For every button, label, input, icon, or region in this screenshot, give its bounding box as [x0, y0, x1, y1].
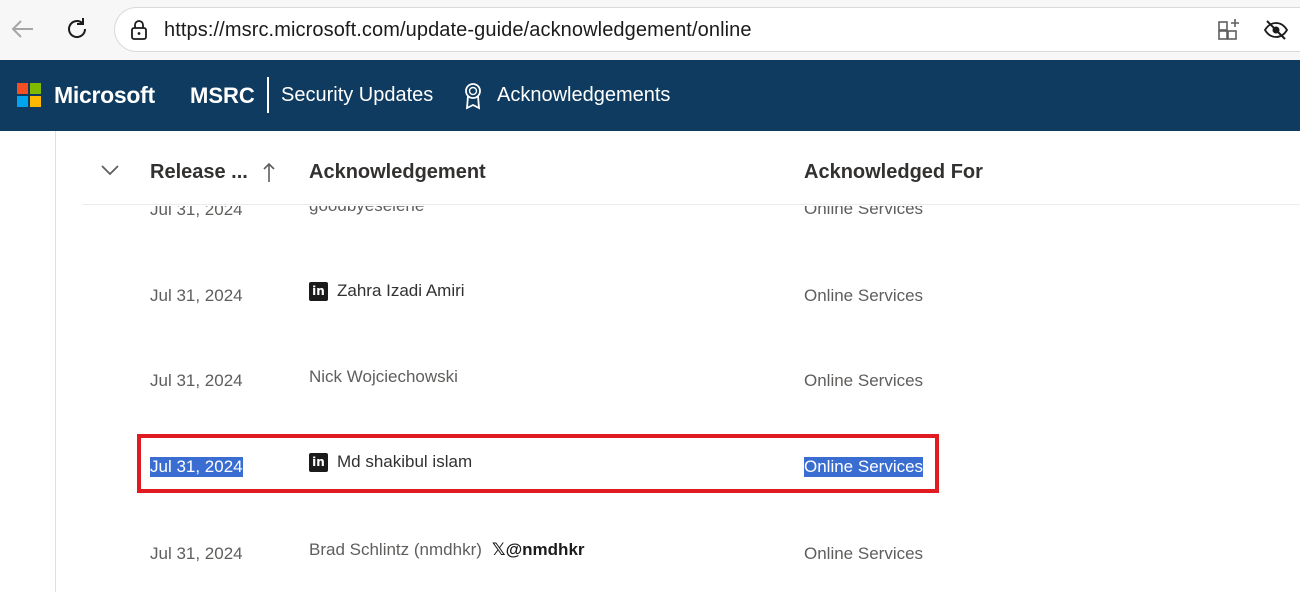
lock-icon[interactable] [129, 19, 149, 41]
release-date-cell: Jul 31, 2024 [150, 206, 243, 219]
nav-acknowledgements[interactable]: Acknowledgements [497, 84, 670, 107]
back-button[interactable] [8, 14, 38, 44]
table-row: Jul 31, 2024 in Zahra Izadi Amiri Online… [0, 279, 1300, 319]
acknowledged-for-cell: Online Services [804, 371, 924, 390]
researcher-name: Brad Schlintz (nmdhkr) [309, 540, 482, 559]
table-row: Jul 31, 2024 Brad Schlintz (nmdhkr) 𝕏@nm… [0, 537, 1300, 577]
msrc-home-link[interactable]: MSRC [190, 83, 255, 109]
url-text[interactable]: https://msrc.microsoft.com/update-guide/… [164, 19, 752, 42]
reload-button[interactable] [62, 14, 92, 44]
linkedin-icon[interactable]: in [309, 281, 328, 301]
sort-ascending-icon[interactable] [262, 161, 276, 183]
apps-icon[interactable] [1217, 18, 1241, 42]
annotation-highlight-box [137, 434, 939, 493]
table-row: Jul 31, 2024 goodbyeselene Online Servic… [0, 206, 1300, 234]
x-profile-link[interactable]: 𝕏@nmdhkr [492, 540, 585, 560]
column-header-acknowledged-for[interactable]: Acknowledged For [804, 161, 983, 184]
tracking-prevention-icon[interactable] [1263, 19, 1289, 41]
reload-icon [68, 18, 87, 38]
nav-security-updates[interactable]: Security Updates [281, 84, 433, 107]
table-header: Release ... Acknowledgement Acknowledged… [82, 131, 1300, 205]
acknowledged-for-cell: Online Services [804, 286, 924, 305]
table-body: Jul 31, 2024 goodbyeselene Online Servic… [0, 206, 1300, 592]
column-header-acknowledgement[interactable]: Acknowledgement [309, 161, 486, 184]
acknowledged-for-cell: Online Services [804, 544, 924, 563]
acknowledgement-cell: Brad Schlintz (nmdhkr) 𝕏@nmdhkr [309, 540, 585, 560]
microsoft-logo-icon[interactable] [17, 83, 41, 107]
address-bar[interactable]: https://msrc.microsoft.com/update-guide/… [114, 7, 1300, 52]
acknowledgement-cell: in Zahra Izadi Amiri [309, 281, 465, 301]
acknowledgement-cell: goodbyeselene [309, 206, 424, 216]
nav-divider [267, 77, 269, 113]
researcher-name: Nick Wojciechowski [309, 367, 458, 386]
acknowledged-for-cell: Online Services [804, 206, 924, 218]
arrow-left-icon [11, 20, 33, 38]
x-logo-icon: 𝕏 [491, 540, 506, 559]
acknowledgement-cell: Nick Wojciechowski [309, 367, 458, 387]
microsoft-brand-link[interactable]: Microsoft [54, 82, 155, 109]
browser-toolbar: https://msrc.microsoft.com/update-guide/… [0, 0, 1300, 60]
researcher-name[interactable]: Zahra Izadi Amiri [337, 281, 465, 301]
researcher-name: goodbyeselene [309, 206, 424, 216]
release-date-cell: Jul 31, 2024 [150, 544, 243, 563]
release-date-cell: Jul 31, 2024 [150, 371, 243, 390]
site-header: Microsoft MSRC Security Updates Acknowle… [0, 60, 1300, 131]
award-ribbon-icon [465, 83, 481, 110]
x-handle-text: @nmdhkr [505, 540, 585, 559]
table-row: Jul 31, 2024 Nick Wojciechowski Online S… [0, 364, 1300, 404]
column-header-release-date[interactable]: Release ... [150, 161, 248, 184]
release-date-cell: Jul 31, 2024 [150, 286, 243, 305]
chevron-down-icon[interactable] [100, 163, 120, 177]
